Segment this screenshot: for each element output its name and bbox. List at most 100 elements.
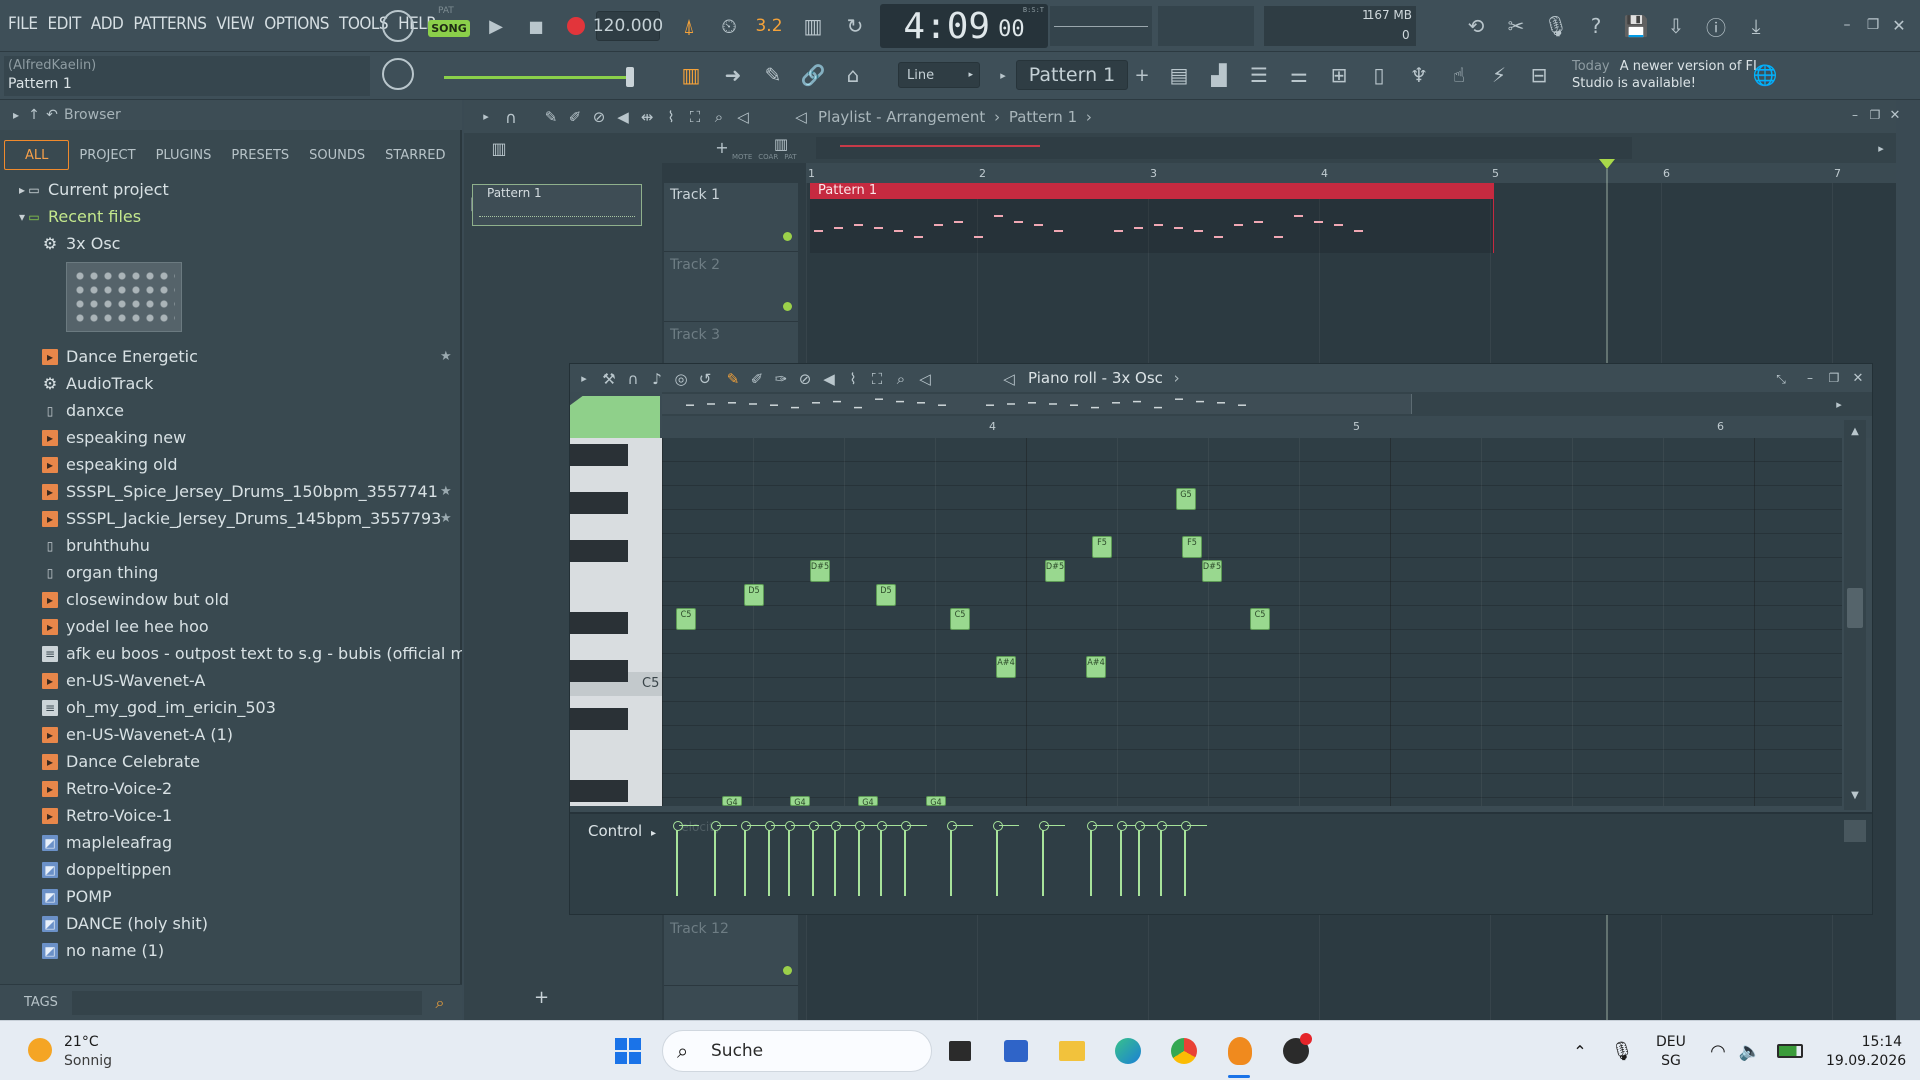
mute-icon[interactable]: ◀ [612,106,634,128]
shop-icon[interactable]: ⊟ [1522,58,1556,92]
speaker-icon[interactable]: ◁ [914,368,936,390]
taskbar-search[interactable]: ⌕ Suche [662,1030,932,1072]
song-position-display[interactable]: 4:09 00 B:S:T [880,4,1048,48]
stop-icon[interactable]: ■ [518,8,554,44]
picker-pattern-1[interactable]: Pattern 1 [472,184,642,226]
tab-plugins[interactable]: PLUGINS [146,140,222,170]
edge-icon[interactable] [1110,1033,1146,1069]
vertical-scrollbar[interactable]: ▲ ▼ [1844,420,1866,810]
detach-icon[interactable]: ⤡ [1770,368,1792,390]
weather-widget[interactable]: 21°C Sonnig [64,1033,112,1071]
note[interactable]: D#5 [1045,560,1065,582]
touch-icon[interactable]: ☝ [1442,58,1476,92]
tab-starred[interactable]: STARRED [375,140,455,170]
track-header[interactable]: Track 1 [664,183,798,252]
app-icon[interactable] [1278,1033,1314,1069]
browser-item[interactable]: ▸ SSSPL_Spice_Jersey_Drums_150bpm_3557741… [0,478,455,505]
help-icon[interactable]: ? [1578,8,1614,44]
velocity-bar[interactable] [785,821,811,896]
draw-icon[interactable]: ✎ [722,368,744,390]
add-icon[interactable]: + [534,987,549,1008]
search-icon[interactable]: ⌕ [428,991,452,1015]
velocity-bar[interactable] [947,821,973,896]
velocity-bar[interactable] [1181,821,1207,896]
black-key[interactable] [570,612,628,634]
piano-roll-overview[interactable]: ▸ [662,392,1872,416]
menu-patterns[interactable]: PATTERNS [133,14,207,34]
render-icon[interactable]: ⇩ [1658,8,1694,44]
velocity-bar[interactable] [765,821,791,896]
close-icon[interactable]: ✕ [1888,14,1910,36]
pattern-mode-icon[interactable]: ▥ [770,133,792,155]
menu-file[interactable]: FILE [8,14,38,34]
menu-options[interactable]: OPTIONS [264,14,329,34]
browser-item[interactable]: ▭ ▸ Current project [0,176,455,203]
browser-item[interactable]: ▸ SSSPL_Jackie_Jersey_Drums_145bpm_355779… [0,505,455,532]
menu-add[interactable]: ADD [91,14,124,34]
maximize-icon[interactable]: ❐ [1862,14,1884,36]
menu-edit[interactable]: EDIT [48,14,82,34]
playlist-overview-scroll[interactable] [816,137,1632,159]
wait-for-input-icon[interactable]: ⏲ [712,10,746,42]
control-selector[interactable]: Control ▸ [588,822,656,840]
slice-icon[interactable]: ⌇ [842,368,864,390]
star-icon[interactable]: ★ [440,349,452,364]
microphone-icon[interactable]: 🎙 [1604,1033,1640,1069]
zoom-icon[interactable]: ⌕ [708,106,730,128]
note[interactable]: C5 [1250,608,1270,630]
arrow-right-icon[interactable]: ▸ [6,105,26,125]
black-key[interactable] [570,660,628,682]
black-key[interactable] [570,444,628,466]
magnet-icon[interactable]: ∩ [500,106,522,128]
velocity-lane[interactable] [662,814,1842,914]
pattern-selector[interactable]: Pattern 1 [1016,60,1128,90]
maximize-icon[interactable]: ❐ [1824,368,1844,388]
velocity-bar[interactable] [1039,821,1065,896]
browser-item[interactable]: ▸ Retro-Voice-1 [0,802,455,829]
wifi-icon[interactable]: ◠ [1700,1033,1736,1069]
piano-roll-grid[interactable]: C5 D5 D#5 D5 C5 A#4 D#5 F5 A#4 G5 F5 D#5 C5 G4 G4 G4 G4 [662,438,1842,806]
velocity-bar[interactable] [673,821,699,896]
speaker-icon[interactable]: ◁ [732,106,754,128]
piano-roll-window-icon[interactable]: ▟ [1202,58,1236,92]
browser-item[interactable]: ▸ Dance Energetic ★ [0,343,455,370]
tab-sounds[interactable]: SOUNDS [299,140,375,170]
velocity-bar[interactable] [877,821,903,896]
snap-selector[interactable]: Line ▸ [898,62,980,88]
undo-icon[interactable]: ⟲ [1458,8,1494,44]
playhead-marker-icon[interactable] [1599,159,1615,169]
piano-keyboard[interactable]: C5 [570,438,662,806]
browser-item[interactable]: ▯ danxce [0,397,455,424]
browser-item[interactable]: ▸ espeaking old [0,451,455,478]
note[interactable]: D#5 [810,560,830,582]
note-icon[interactable]: ♪ [646,368,668,390]
slip-icon[interactable]: ⇹ [636,106,658,128]
close-icon[interactable]: ✕ [1886,106,1904,124]
scroll-up-icon[interactable]: ▲ [1846,422,1864,440]
tuner-icon[interactable]: ♆ [1402,58,1436,92]
globe-icon[interactable]: 🌐 [1752,62,1778,88]
note[interactable]: G4 [926,796,946,806]
pattern-prev-icon[interactable]: ▸ [994,62,1012,88]
tab-presets[interactable]: PRESETS [221,140,299,170]
browser-item[interactable]: ▯ bruhthuhu [0,532,455,559]
browser-item[interactable]: ◩ mapleleafrag [0,829,455,856]
browser-item[interactable]: ▸ yodel lee hee hoo [0,613,455,640]
pitch-knob[interactable] [382,58,414,90]
select-icon[interactable]: ⛶ [866,368,888,390]
back-icon[interactable]: ↶ [42,105,62,125]
note[interactable]: G4 [858,796,878,806]
delete-icon[interactable]: ⊘ [588,106,610,128]
minimize-icon[interactable]: – [1846,106,1864,124]
fl-studio-icon[interactable] [1222,1033,1258,1069]
arrow-right-icon[interactable]: ▸ [574,368,594,388]
clock[interactable]: 15:14 19.09.2026 [1826,1033,1906,1071]
browser-item[interactable]: ▸ en-US-Wavenet-A [0,667,455,694]
velocity-bar[interactable] [809,821,835,896]
tags-input[interactable] [72,991,422,1015]
playlist-icon[interactable]: ▤ [1162,58,1196,92]
track-mute-led[interactable] [783,966,792,975]
language-indicator[interactable]: DEU SG [1656,1033,1686,1071]
delete-icon[interactable]: ⊘ [794,368,816,390]
velocity-bar[interactable] [1157,821,1183,896]
